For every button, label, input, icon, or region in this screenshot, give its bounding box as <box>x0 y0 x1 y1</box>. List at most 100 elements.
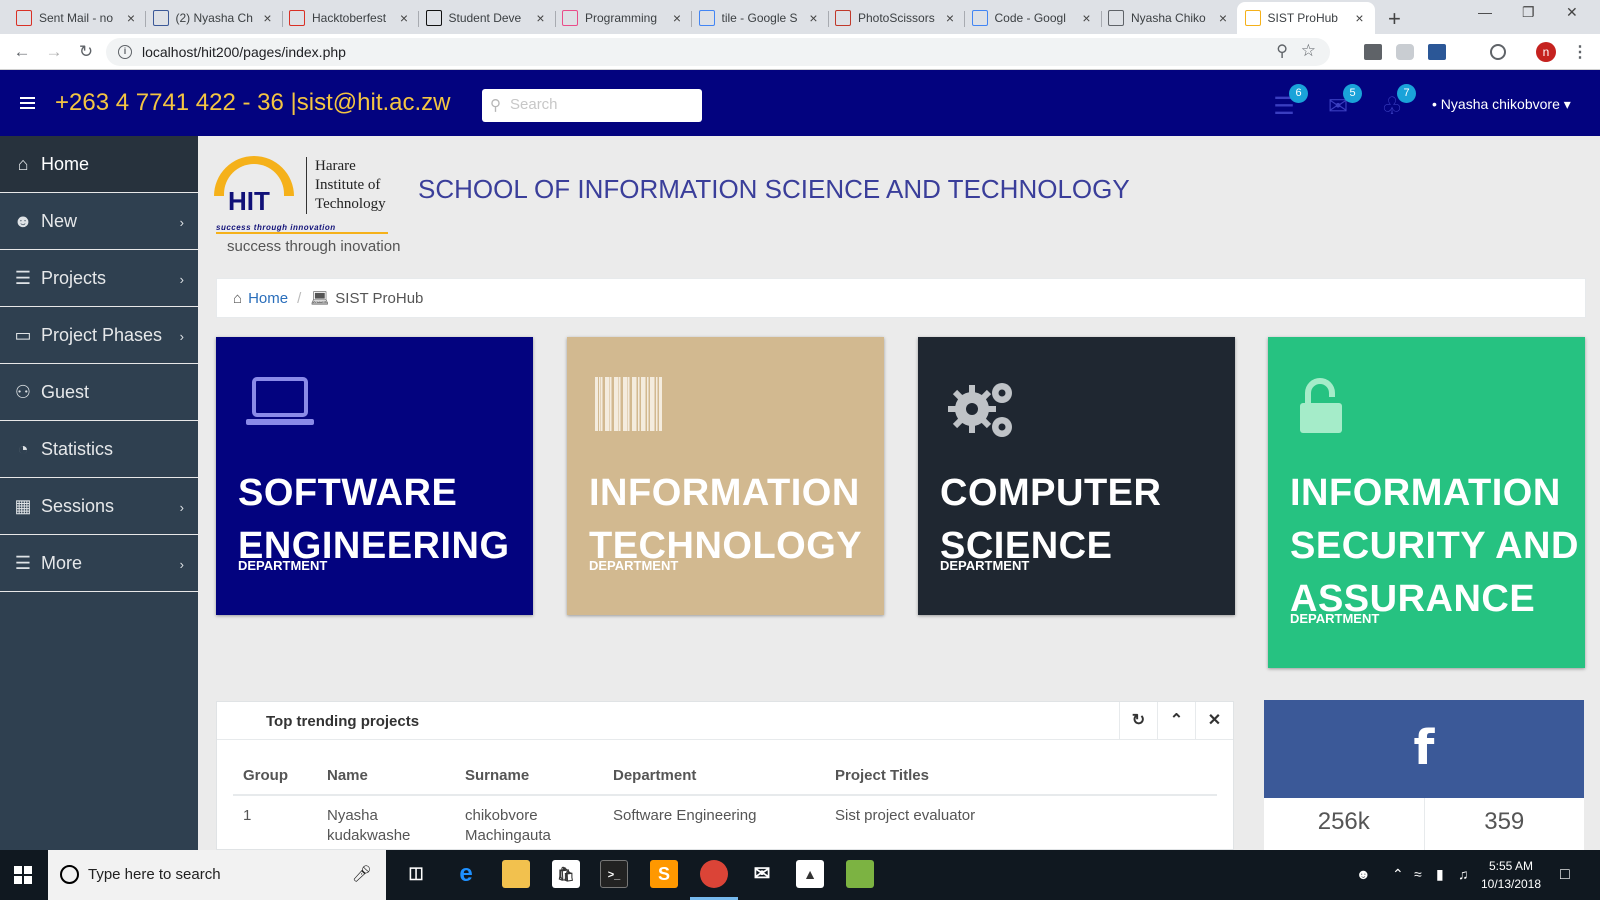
logo-name-line1: Harare <box>315 158 356 174</box>
bell-icon[interactable]: ♧ 7 <box>1378 84 1416 120</box>
chevron-right-icon: › <box>179 215 184 230</box>
column-header[interactable]: Department <box>603 757 825 796</box>
browser-menu-icon[interactable]: ⋮ <box>1572 42 1588 62</box>
mail-icon[interactable]: ✉ <box>748 860 776 888</box>
column-header[interactable]: Surname <box>455 757 603 796</box>
zoom-icon[interactable]: ⚲ <box>1276 41 1288 61</box>
tab-close-icon[interactable]: × <box>1216 10 1230 26</box>
wifi-icon[interactable]: ≈ <box>1414 866 1422 882</box>
forward-icon[interactable]: → <box>42 40 66 64</box>
browser-tab[interactable]: Student Deve × <box>418 2 556 34</box>
column-header[interactable]: Group <box>233 757 317 796</box>
extension-cube-icon[interactable] <box>1396 44 1414 60</box>
user-menu[interactable]: • Nyasha chikobvore ▾ <box>1432 96 1571 113</box>
department-card[interactable]: SOFTWARE ENGINEERING DEPARTMENT <box>216 337 533 615</box>
windows-start-icon[interactable] <box>14 866 32 884</box>
clock-date: 10/13/2018 <box>1480 877 1542 891</box>
close-window-button[interactable]: ✕ <box>1566 4 1578 21</box>
tab-close-icon[interactable]: × <box>261 10 275 26</box>
collapse-icon[interactable]: ⌃ <box>1157 702 1195 739</box>
minimize-button[interactable]: — <box>1478 4 1492 20</box>
search-box[interactable]: ⚲ <box>482 89 702 122</box>
tab-close-icon[interactable]: × <box>534 10 548 26</box>
system-clock[interactable]: 5:55 AM 10/13/2018 <box>1476 857 1546 893</box>
browser-tab[interactable]: Hacktoberfest × <box>281 2 419 34</box>
breadcrumb-home-link[interactable]: Home <box>248 290 288 307</box>
block-icon[interactable] <box>1490 44 1506 60</box>
browser-tab[interactable]: Nyasha Chiko × <box>1100 2 1238 34</box>
bluestacks-icon[interactable] <box>846 860 874 888</box>
file-explorer-icon[interactable] <box>502 860 530 888</box>
breadcrumb: ⌂ Home / 💻︎ SIST ProHub <box>216 278 1586 318</box>
tray-chevron-icon[interactable]: ⌃ <box>1392 866 1404 883</box>
address-bar[interactable]: i localhost/hit200/pages/index.php ⚲ ☆ <box>106 38 1330 66</box>
microphone-icon[interactable]: 🎤︎ <box>352 864 372 884</box>
tab-close-icon[interactable]: × <box>124 10 138 26</box>
extension-briefcase-icon[interactable] <box>1428 44 1446 60</box>
extension-icon[interactable] <box>1364 44 1382 60</box>
hamburger-menu-icon[interactable] <box>20 97 35 109</box>
browser-tab[interactable]: Programming × <box>554 2 692 34</box>
edge-icon[interactable]: e <box>452 860 480 888</box>
store-icon[interactable]: 🛍︎ <box>552 860 580 888</box>
taskbar-search-placeholder: Type here to search <box>88 866 221 883</box>
column-header[interactable]: Project Titles <box>825 757 1217 796</box>
tasks-icon[interactable]: ☰ 6 <box>1270 84 1308 120</box>
envelope-icon[interactable]: ✉ 5 <box>1324 84 1362 120</box>
department-label: DEPARTMENT <box>238 558 328 573</box>
sidebar-item-project-phases[interactable]: ▭ Project Phases › <box>0 307 198 364</box>
photos-icon[interactable]: ▲ <box>796 860 824 888</box>
bookmark-star-icon[interactable]: ☆ <box>1301 41 1316 61</box>
tab-close-icon[interactable]: × <box>397 10 411 26</box>
clock-time: 5:55 AM <box>1488 859 1534 873</box>
browser-tab[interactable]: tile - Google S × <box>691 2 829 34</box>
restore-button[interactable]: ❐ <box>1522 4 1535 21</box>
close-icon[interactable]: ✕ <box>1195 702 1233 739</box>
column-header[interactable]: Name <box>317 757 455 796</box>
department-card[interactable]: INFORMATION TECHNOLOGY DEPARTMENT <box>567 337 884 615</box>
sidebar-item-guest[interactable]: ⚇ Guest <box>0 364 198 421</box>
back-icon[interactable]: ← <box>10 40 34 64</box>
notification-center-icon[interactable]: □ <box>1560 866 1570 884</box>
search-input[interactable] <box>510 96 695 113</box>
browser-tab[interactable]: PhotoScissors × <box>827 2 965 34</box>
department-label: DEPARTMENT <box>589 558 679 573</box>
terminal-icon[interactable]: >_ <box>600 860 628 888</box>
profile-avatar[interactable]: n <box>1536 42 1556 62</box>
taskbar-search[interactable]: Type here to search 🎤︎ <box>48 850 386 900</box>
tab-close-icon[interactable]: × <box>943 10 957 26</box>
sublime-text-icon[interactable]: S <box>650 860 678 888</box>
tab-close-icon[interactable]: × <box>807 10 821 26</box>
department-card[interactable]: INFORMATION SECURITY AND ASSURANCE DEPARTME… <box>1268 337 1585 668</box>
browser-tab[interactable]: Code - Googl × <box>964 2 1102 34</box>
new-tab-button[interactable]: + <box>1388 6 1401 32</box>
reload-icon[interactable]: ↻ <box>74 40 98 64</box>
table-row[interactable]: 1 Nyasha kudakwashe chikobvore Machingauta… <box>233 795 1217 849</box>
sidebar-item-projects[interactable]: ☰ Projects › <box>0 250 198 307</box>
refresh-icon[interactable]: ↻ <box>1119 702 1157 739</box>
battery-icon[interactable]: ▮ <box>1436 866 1444 883</box>
chrome-icon[interactable] <box>700 860 728 888</box>
url-text: localhost/hit200/pages/index.php <box>142 44 346 60</box>
table-cell: Nyasha kudakwashe <box>327 807 411 844</box>
people-icon[interactable]: ☻ <box>1356 866 1371 882</box>
tab-close-icon[interactable]: × <box>670 10 684 26</box>
department-card[interactable]: COMPUTER SCIENCE DEPARTMENT <box>918 337 1235 615</box>
site-info-icon[interactable]: i <box>118 45 132 59</box>
task-view-icon[interactable]: ◫ <box>402 860 430 888</box>
tab-close-icon[interactable]: × <box>1080 10 1094 26</box>
pinwheel-icon <box>562 10 578 26</box>
tab-label: Sent Mail - no <box>39 11 114 25</box>
facebook-widget[interactable]: f <box>1264 700 1584 798</box>
sidebar-item-statistics[interactable]: ◔ Statistics <box>0 421 198 478</box>
browser-tab[interactable]: (2) Nyasha Ch × <box>145 2 283 34</box>
sidebar-item-sessions[interactable]: ▦ Sessions › <box>0 478 198 535</box>
sidebar-item-more[interactable]: ☰ More › <box>0 535 198 592</box>
tab-close-icon[interactable]: × <box>1353 10 1367 26</box>
sidebar-item-home[interactable]: ⌂ Home <box>0 136 198 193</box>
sidebar-item-new[interactable]: ☻ New › <box>0 193 198 250</box>
volume-icon[interactable]: ♫ <box>1458 866 1469 882</box>
browser-tab[interactable]: Sent Mail - no × <box>8 2 146 34</box>
browser-tab[interactable]: SIST ProHub × <box>1236 2 1375 34</box>
search-icon: ⚲ <box>490 97 501 114</box>
